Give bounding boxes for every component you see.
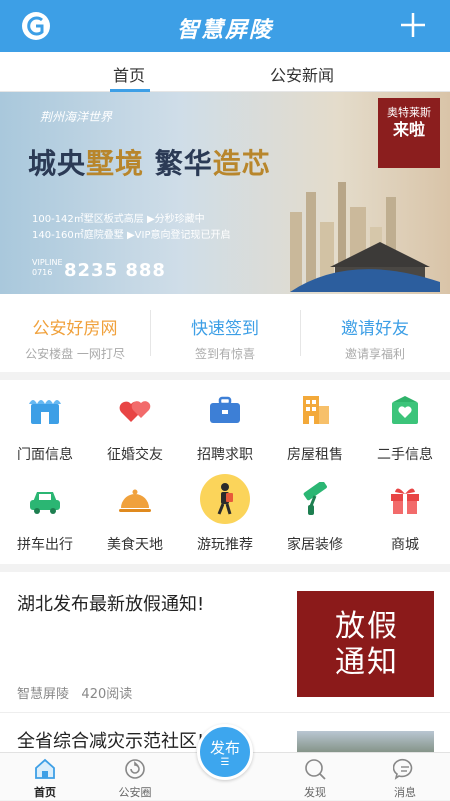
news-item[interactable]: 湖北发布最新放假通知! 智慧屏陵 420阅读 放假 通知 <box>0 572 450 712</box>
plus-icon[interactable] <box>398 10 428 40</box>
publish-button[interactable]: 发布 ☰ <box>197 724 253 780</box>
service-jobs[interactable]: 招聘求职 <box>180 382 270 466</box>
banner-line-2: 140-160㎡庭院叠墅 ▶VIP意向登记现已开启 <box>32 230 231 241</box>
news-meta: 智慧屏陵 420阅读 <box>17 687 133 702</box>
storefront-icon <box>29 400 61 424</box>
news-headline: 湖北发布最新放假通知! <box>17 594 205 615</box>
shop-bag-icon <box>392 396 418 424</box>
service-decoration[interactable]: 家居装修 <box>270 472 360 556</box>
nav-circle[interactable]: 公安圈 <box>90 753 180 801</box>
banner-brand: 荆州海洋世界 <box>40 110 113 124</box>
tab-police-news[interactable]: 公安新闻 <box>270 62 334 86</box>
banner-vip: VIPLINE 0716 <box>32 258 63 277</box>
service-storefront[interactable]: 门面信息 <box>0 382 90 466</box>
banner-stamp: 奥特莱斯 来啦 <box>378 98 440 168</box>
service-carpool[interactable]: 拼车出行 <box>0 472 90 556</box>
gift-icon <box>391 488 419 514</box>
tab-home[interactable]: 首页 <box>113 62 145 86</box>
hearts-icon <box>119 401 151 422</box>
service-food[interactable]: 美食天地 <box>90 472 180 556</box>
nav-discover[interactable]: 发现 <box>270 753 360 801</box>
service-housing[interactable]: 房屋租售 <box>270 382 360 466</box>
quick-links: 公安好房网 公安楼盘 一网打尽 快速签到 签到有惊喜 邀请好友 邀请享福利 <box>0 294 450 372</box>
quick-link-sign-in[interactable]: 快速签到 签到有惊喜 <box>150 294 300 372</box>
city-skyline-image <box>290 182 440 292</box>
message-icon <box>393 758 413 780</box>
hiker-icon <box>200 474 250 524</box>
tab-bar: 首页 公安新闻 <box>0 52 450 92</box>
banner-slogan: 城央墅境 繁华造芯 <box>28 147 271 180</box>
paint-roller-icon <box>303 482 327 515</box>
banner-ad[interactable]: 荆州海洋世界 城央墅境 繁华造芯 100-142㎡墅区板式高层 ▶分秒珍藏中 1… <box>0 92 450 294</box>
app-title: 智慧屏陵 <box>176 18 273 43</box>
top-bar: 智慧屏陵 <box>0 0 450 52</box>
home-icon <box>35 758 55 779</box>
service-mall[interactable]: 商城 <box>360 472 450 556</box>
banner-phone: 8235 888 <box>64 260 166 281</box>
food-cloche-icon <box>119 489 151 512</box>
briefcase-icon <box>210 396 240 423</box>
circle-refresh-icon <box>125 759 145 779</box>
quick-link-invite[interactable]: 邀请好友 邀请享福利 <box>300 294 450 372</box>
service-secondhand[interactable]: 二手信息 <box>360 382 450 466</box>
service-grid: 门面信息 征婚交友 招聘求职 房屋租售 二手信息 拼车出行 美食天地 游玩推荐 … <box>0 380 450 564</box>
nav-messages[interactable]: 消息 <box>360 753 450 801</box>
publish-icon: ☰ <box>220 757 230 768</box>
quick-link-good-house[interactable]: 公安好房网 公安楼盘 一网打尽 <box>0 294 150 372</box>
banner-line-1: 100-142㎡墅区板式高层 ▶分秒珍藏中 <box>32 214 205 225</box>
building-icon <box>303 396 329 424</box>
nav-home[interactable]: 首页 <box>0 753 90 801</box>
service-dating[interactable]: 征婚交友 <box>90 382 180 466</box>
car-icon <box>30 492 60 514</box>
news-thumbnail <box>297 731 434 752</box>
service-travel[interactable]: 游玩推荐 <box>180 472 270 556</box>
discover-icon <box>305 759 326 780</box>
news-thumbnail: 放假 通知 <box>297 591 434 697</box>
